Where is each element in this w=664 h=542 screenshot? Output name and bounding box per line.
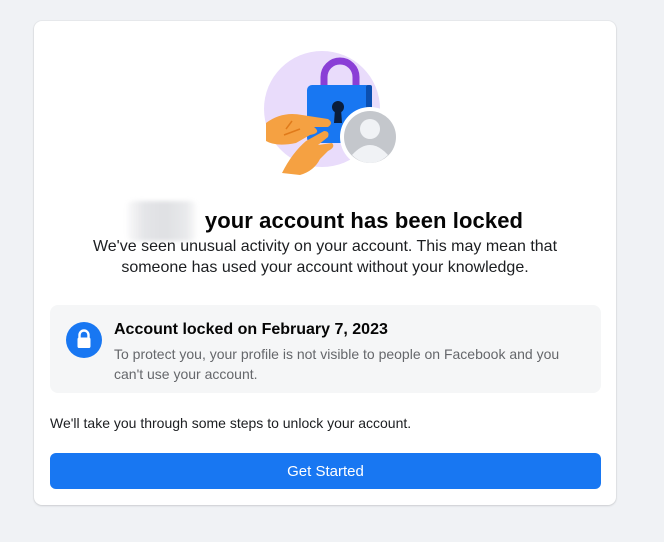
account-locked-illustration	[264, 51, 400, 175]
account-status-box: Account locked on February 7, 2023 To pr…	[50, 305, 601, 393]
status-title: Account locked on February 7, 2023	[114, 321, 388, 338]
redacted-name	[126, 201, 197, 241]
profile-avatar-icon	[340, 107, 400, 167]
lock-icon	[66, 322, 102, 358]
status-description: To protect you, your profile is not visi…	[114, 346, 560, 382]
account-locked-card: your account has been locked We've seen …	[34, 21, 616, 505]
page-subtitle: We've seen unusual activity on your acco…	[92, 238, 558, 276]
page-title-row: your account has been locked	[34, 201, 616, 241]
steps-text: We'll take you through some steps to unl…	[50, 415, 412, 431]
get-started-button[interactable]: Get Started	[50, 453, 601, 489]
page-title: your account has been locked	[204, 208, 524, 233]
